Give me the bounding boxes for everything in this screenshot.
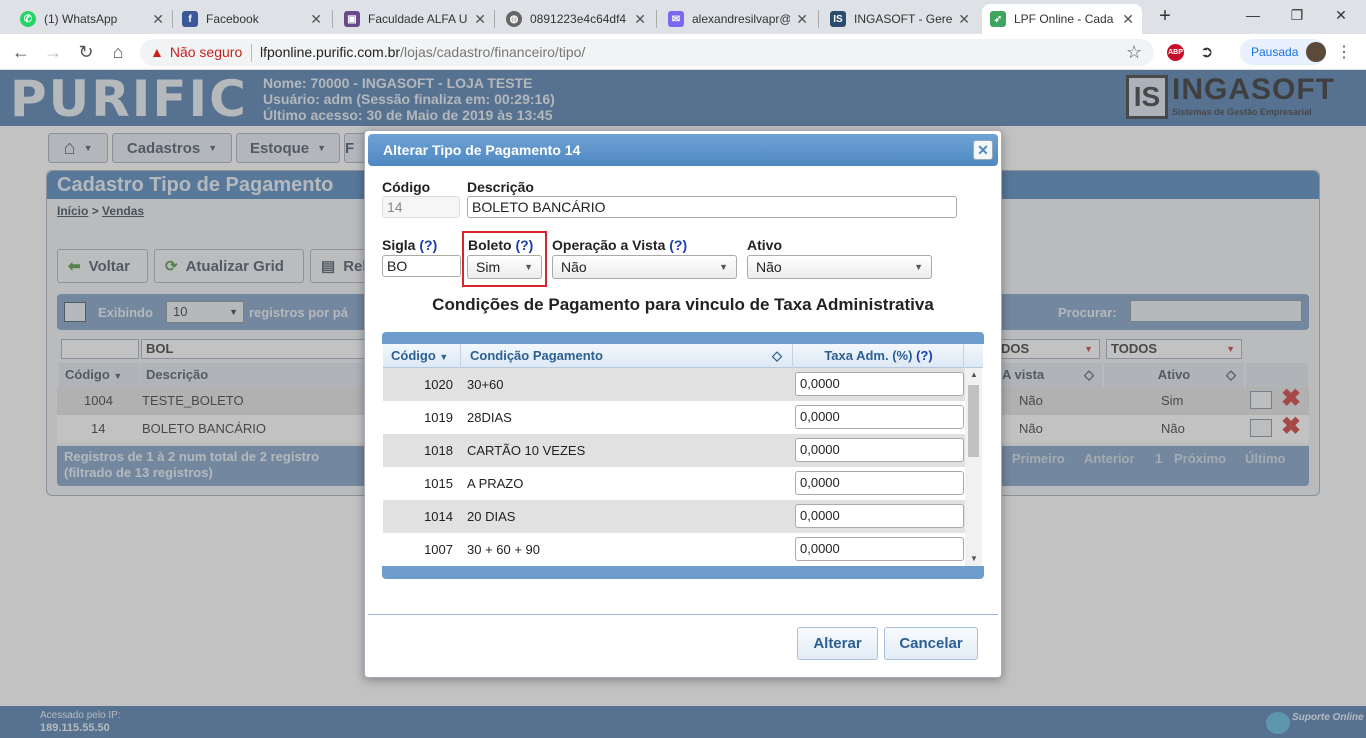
lpf-icon: ➶ — [990, 11, 1006, 27]
chevron-down-icon: ▼ — [914, 262, 923, 272]
home-icon[interactable]: ⌂ — [107, 42, 129, 64]
table-row: 1020 30+60 0,0000 — [383, 368, 965, 401]
ingasoft-icon: IS — [830, 11, 846, 27]
scroll-up-icon[interactable]: ▲ — [970, 370, 978, 379]
table-row: 1014 20 DIAS 0,0000 — [383, 500, 965, 533]
taxa-input[interactable]: 0,0000 — [795, 537, 964, 561]
scroll-down-icon[interactable]: ▼ — [970, 554, 978, 563]
ativo-label: Ativo — [747, 237, 782, 253]
avatar — [1306, 42, 1326, 62]
cancelar-button[interactable]: Cancelar — [884, 627, 978, 660]
window-close-icon[interactable]: ✕ — [1328, 4, 1354, 26]
scrollbar-thumb[interactable] — [968, 385, 979, 457]
table-row: 1018 CARTÃO 10 VEZES 0,0000 — [383, 434, 965, 467]
mail-icon: ✉ — [668, 11, 684, 27]
descricao-field[interactable]: BOLETO BANCÁRIO — [467, 196, 957, 218]
minimize-icon[interactable]: — — [1240, 4, 1266, 26]
taxa-input[interactable]: 0,0000 — [795, 438, 964, 462]
codigo-field: 14 — [382, 196, 460, 218]
tab-ingasoft[interactable]: IS INGASOFT - Geren ✕ — [822, 4, 978, 34]
chevron-down-icon: ▼ — [524, 262, 533, 272]
descricao-label: Descrição — [467, 179, 534, 195]
sigla-field[interactable]: BO — [382, 255, 461, 277]
extension-icon[interactable]: ➲ — [1200, 42, 1213, 62]
tab-lpf-active[interactable]: ➶ LPF Online - Cada ✕ — [982, 4, 1142, 34]
warning-icon: ▲ — [150, 44, 164, 60]
taxa-input[interactable]: 0,0000 — [795, 504, 964, 528]
adblock-icon[interactable]: ABP — [1167, 44, 1184, 61]
close-tab-icon[interactable]: ✕ — [634, 11, 646, 28]
table-row: 1019 28DIAS 0,0000 — [383, 401, 965, 434]
maximize-icon[interactable]: ❐ — [1284, 4, 1310, 26]
boleto-label: Boleto (?) — [468, 237, 534, 253]
sigla-help[interactable]: (?) — [419, 237, 437, 253]
table-row: 1015 A PRAZO 0,0000 — [383, 467, 965, 500]
dialog-title: Alterar Tipo de Pagamento 14 — [383, 142, 581, 158]
close-tab-icon[interactable]: ✕ — [958, 11, 970, 28]
conditions-table-bottom — [382, 566, 984, 579]
tab-facebook[interactable]: f Facebook ✕ — [174, 4, 330, 34]
tab-mail[interactable]: ✉ alexandresilvapr@ ✕ — [660, 4, 816, 34]
tab-faculdade[interactable]: ▣ Faculdade ALFA Un ✕ — [336, 4, 494, 34]
boleto-select[interactable]: Sim ▼ — [467, 255, 542, 279]
profile-button[interactable]: Pausada — [1240, 39, 1326, 65]
conditions-table-top — [382, 332, 984, 344]
ativo-select[interactable]: Não ▼ — [747, 255, 932, 279]
col-cond-codigo[interactable]: Código ▼ — [383, 344, 461, 368]
alterar-button[interactable]: Alterar — [797, 627, 878, 660]
close-tab-icon[interactable]: ✕ — [796, 11, 808, 28]
tab-hash[interactable]: ◍ 0891223e4c64df4 ✕ — [498, 4, 654, 34]
conditions-table-header: Código ▼ Condição Pagamento ◇ Taxa Adm. (… — [383, 344, 983, 368]
url-text[interactable]: lfponline.purific.com.br/lojas/cadastro/… — [260, 44, 585, 60]
whatsapp-icon: ✆ — [20, 11, 36, 27]
operacao-label: Operação a Vista (?) — [552, 237, 688, 253]
taxa-input[interactable]: 0,0000 — [795, 372, 964, 396]
table-row: 1007 30 + 60 + 90 0,0000 — [383, 533, 965, 566]
col-cond-condicao[interactable]: Condição Pagamento ◇ — [462, 344, 793, 368]
taxa-input[interactable]: 0,0000 — [795, 471, 964, 495]
close-tab-icon[interactable]: ✕ — [1122, 11, 1134, 28]
operacao-help[interactable]: (?) — [669, 237, 687, 253]
operacao-select[interactable]: Não ▼ — [552, 255, 737, 279]
col-cond-taxa[interactable]: Taxa Adm. (%) (?) — [794, 344, 964, 368]
boleto-help[interactable]: (?) — [515, 237, 533, 253]
security-warning[interactable]: ▲ Não seguro — [150, 44, 242, 60]
bookmark-star-icon[interactable]: ☆ — [1126, 42, 1142, 63]
back-icon[interactable]: ← — [10, 42, 32, 64]
taxa-input[interactable]: 0,0000 — [795, 405, 964, 429]
close-tab-icon[interactable]: ✕ — [310, 11, 322, 28]
dialog-close-button[interactable]: ✕ — [973, 140, 993, 160]
codigo-label: Código — [382, 179, 431, 195]
dialog-titlebar: Alterar Tipo de Pagamento 14 — [368, 134, 998, 166]
sigla-label: Sigla (?) — [382, 237, 438, 253]
forward-icon[interactable]: → — [42, 42, 64, 64]
facebook-icon: f — [182, 11, 198, 27]
faculdade-icon: ▣ — [344, 11, 360, 27]
conditions-title: Condições de Pagamento para vinculo de T… — [432, 295, 934, 314]
globe-icon: ◍ — [506, 11, 522, 27]
tab-whatsapp[interactable]: ✆ (1) WhatsApp ✕ — [12, 4, 172, 34]
browser-menu-icon[interactable]: ⋮ — [1336, 42, 1352, 62]
dialog-divider — [368, 614, 998, 615]
reload-icon[interactable]: ↻ — [75, 42, 97, 64]
chevron-down-icon: ▼ — [719, 262, 728, 272]
new-tab-button[interactable]: + — [1154, 6, 1176, 28]
close-tab-icon[interactable]: ✕ — [474, 11, 486, 28]
close-tab-icon[interactable]: ✕ — [152, 11, 164, 28]
